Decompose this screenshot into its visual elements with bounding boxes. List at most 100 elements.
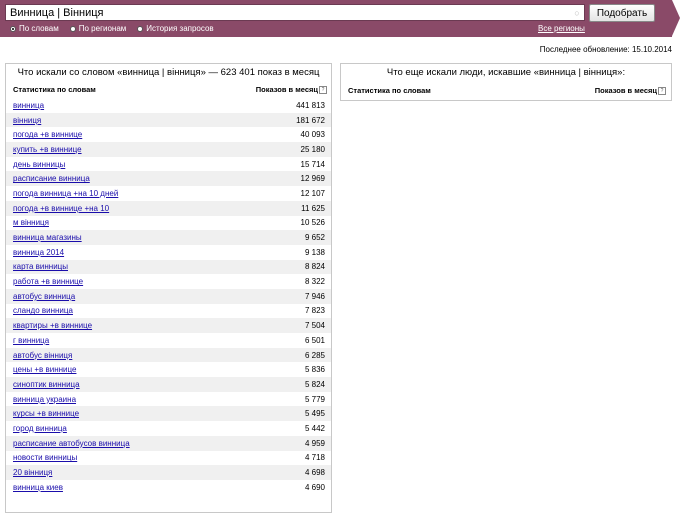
col-count-header-wrap: Показов в месяц ? [595, 86, 666, 95]
table-row: винница украина 5 779 [6, 392, 331, 407]
query-link[interactable]: курсы +в виннице [13, 409, 79, 418]
query-count: 9 138 [304, 247, 325, 257]
query-link[interactable]: погода винница +на 10 дней [13, 189, 118, 198]
query-count: 40 093 [300, 130, 325, 140]
query-link[interactable]: расписание винница [13, 174, 90, 183]
col-count-header-wrap: Показов в месяц ? [256, 85, 327, 94]
query-link[interactable]: карта винницы [13, 262, 68, 271]
table-row: квартиры +в виннице 7 504 [6, 318, 331, 333]
mode-by-regions[interactable]: По регионам [69, 24, 127, 33]
query-link[interactable]: цены +в виннице [13, 365, 76, 374]
query-count: 9 652 [304, 233, 325, 243]
query-count: 15 714 [300, 159, 325, 169]
table-row: погода +в виннице +на 10 11 625 [6, 200, 331, 216]
query-count: 441 813 [296, 100, 325, 110]
query-link[interactable]: погода +в виннице [13, 130, 82, 139]
table-row: 20 вінниця 4 698 [6, 465, 331, 480]
query-count: 25 180 [300, 144, 325, 154]
query-link[interactable]: 20 вінниця [13, 468, 52, 477]
query-link[interactable]: м вінниця [13, 218, 49, 227]
query-link[interactable]: квартиры +в виннице [13, 321, 92, 330]
related-header: Статистика по словам Показов в месяц ? [341, 86, 671, 95]
related-title: Что еще искали люди, искавшие «винница |… [386, 67, 626, 78]
query-count: 5 824 [304, 379, 325, 389]
query-count: 8 824 [304, 262, 325, 272]
table-row: сландо винница 7 823 [6, 304, 331, 319]
last-update: Последнее обновление: 15.10.2014 [539, 45, 672, 54]
table-row: винница киев 4 690 [6, 480, 331, 495]
table-row: купить +в виннице 25 180 [6, 142, 331, 157]
query-count: 7 504 [304, 321, 325, 331]
query-link[interactable]: винница киев [13, 483, 63, 492]
word-stats-rows: винница 441 813 вінниця 181 672 погода +в ви… [6, 98, 331, 495]
table-row: винница 441 813 [6, 98, 331, 113]
related-panel: Что еще искали люди, искавшие «винница |… [340, 63, 672, 101]
search-input[interactable] [6, 5, 570, 20]
radio-icon[interactable] [10, 25, 16, 32]
table-row: погода +в виннице 40 093 [6, 127, 331, 142]
radio-icon[interactable] [69, 25, 76, 32]
mode-label: По словам [19, 24, 59, 33]
table-row: винница магазины 9 652 [6, 230, 331, 245]
table-row: день винницы 15 714 [6, 157, 331, 172]
word-stats-title: Что искали со словом «винница | вінниця»… [17, 67, 320, 78]
table-row: новости винницы 4 718 [6, 451, 331, 466]
query-count: 5 442 [304, 423, 325, 433]
col-word-header: Статистика по словам [13, 85, 96, 94]
col-count-header: Показов в месяц [594, 86, 657, 95]
query-link[interactable]: винница магазины [13, 233, 82, 242]
query-count: 12 107 [300, 188, 325, 198]
table-row: г винница 6 501 [6, 333, 331, 348]
query-link[interactable]: день винницы [13, 160, 65, 169]
clear-icon[interactable]: ○ [570, 8, 584, 18]
table-row: м вінниця 10 526 [6, 216, 331, 231]
radio-icon[interactable] [137, 25, 144, 32]
query-count: 5 495 [304, 409, 325, 419]
query-link[interactable]: автобус винница [13, 292, 75, 301]
query-link[interactable]: город винница [13, 424, 67, 433]
query-link[interactable]: погода +в виннице +на 10 [13, 204, 109, 213]
mode-label: По регионам [78, 24, 127, 33]
query-count: 6 501 [304, 335, 325, 345]
table-row: карта винницы 8 824 [6, 259, 331, 275]
query-link[interactable]: винница 2014 [13, 248, 64, 257]
table-row: цены +в виннице 5 836 [6, 362, 331, 377]
mode-label: История запросов [146, 24, 214, 33]
query-count: 10 526 [300, 218, 325, 228]
query-count: 7 946 [304, 291, 325, 301]
word-stats-header: Статистика по словам Показов в месяц ? [6, 84, 331, 95]
table-row: работа +в виннице 8 322 [6, 274, 331, 289]
query-link[interactable]: винница [13, 101, 44, 110]
table-row: расписание винница 12 969 [6, 171, 331, 187]
query-count: 5 779 [304, 394, 325, 404]
query-link[interactable]: расписание автобусов винница [13, 439, 130, 448]
query-link[interactable]: купить +в виннице [13, 145, 82, 154]
mode-history[interactable]: История запросов [137, 24, 214, 33]
help-icon[interactable]: ? [319, 85, 327, 94]
table-row: автобус винница 7 946 [6, 288, 331, 304]
query-count: 11 625 [301, 203, 325, 213]
mode-by-words[interactable]: По словам [10, 24, 59, 33]
col-count-header: Показов в месяц [255, 85, 318, 94]
query-count: 4 718 [304, 453, 325, 463]
help-icon[interactable]: ? [658, 86, 666, 95]
query-link[interactable]: работа +в виннице [13, 277, 83, 286]
query-count: 181 672 [296, 115, 325, 125]
table-row: курсы +в виннице 5 495 [6, 406, 331, 422]
search-box: ○ [5, 4, 585, 21]
all-regions-link[interactable]: Все регионы [538, 24, 585, 33]
query-link[interactable]: г винница [13, 336, 49, 345]
table-row: город винница 5 442 [6, 421, 331, 436]
query-link[interactable]: автобус вінниця [13, 351, 72, 360]
header-arrow [672, 0, 680, 36]
table-row: винница 2014 9 138 [6, 245, 331, 260]
query-link[interactable]: новости винницы [13, 453, 77, 462]
query-link[interactable]: вінниця [13, 116, 41, 125]
query-link[interactable]: синоптик винница [13, 380, 80, 389]
submit-button[interactable]: Подобрать [589, 4, 655, 22]
query-link[interactable]: сландо винница [13, 306, 73, 315]
table-row: погода винница +на 10 дней 12 107 [6, 186, 331, 201]
word-stats-panel: Что искали со словом «винница | вінниця»… [5, 63, 332, 513]
table-row: автобус вінниця 6 285 [6, 347, 331, 363]
query-link[interactable]: винница украина [13, 395, 76, 404]
